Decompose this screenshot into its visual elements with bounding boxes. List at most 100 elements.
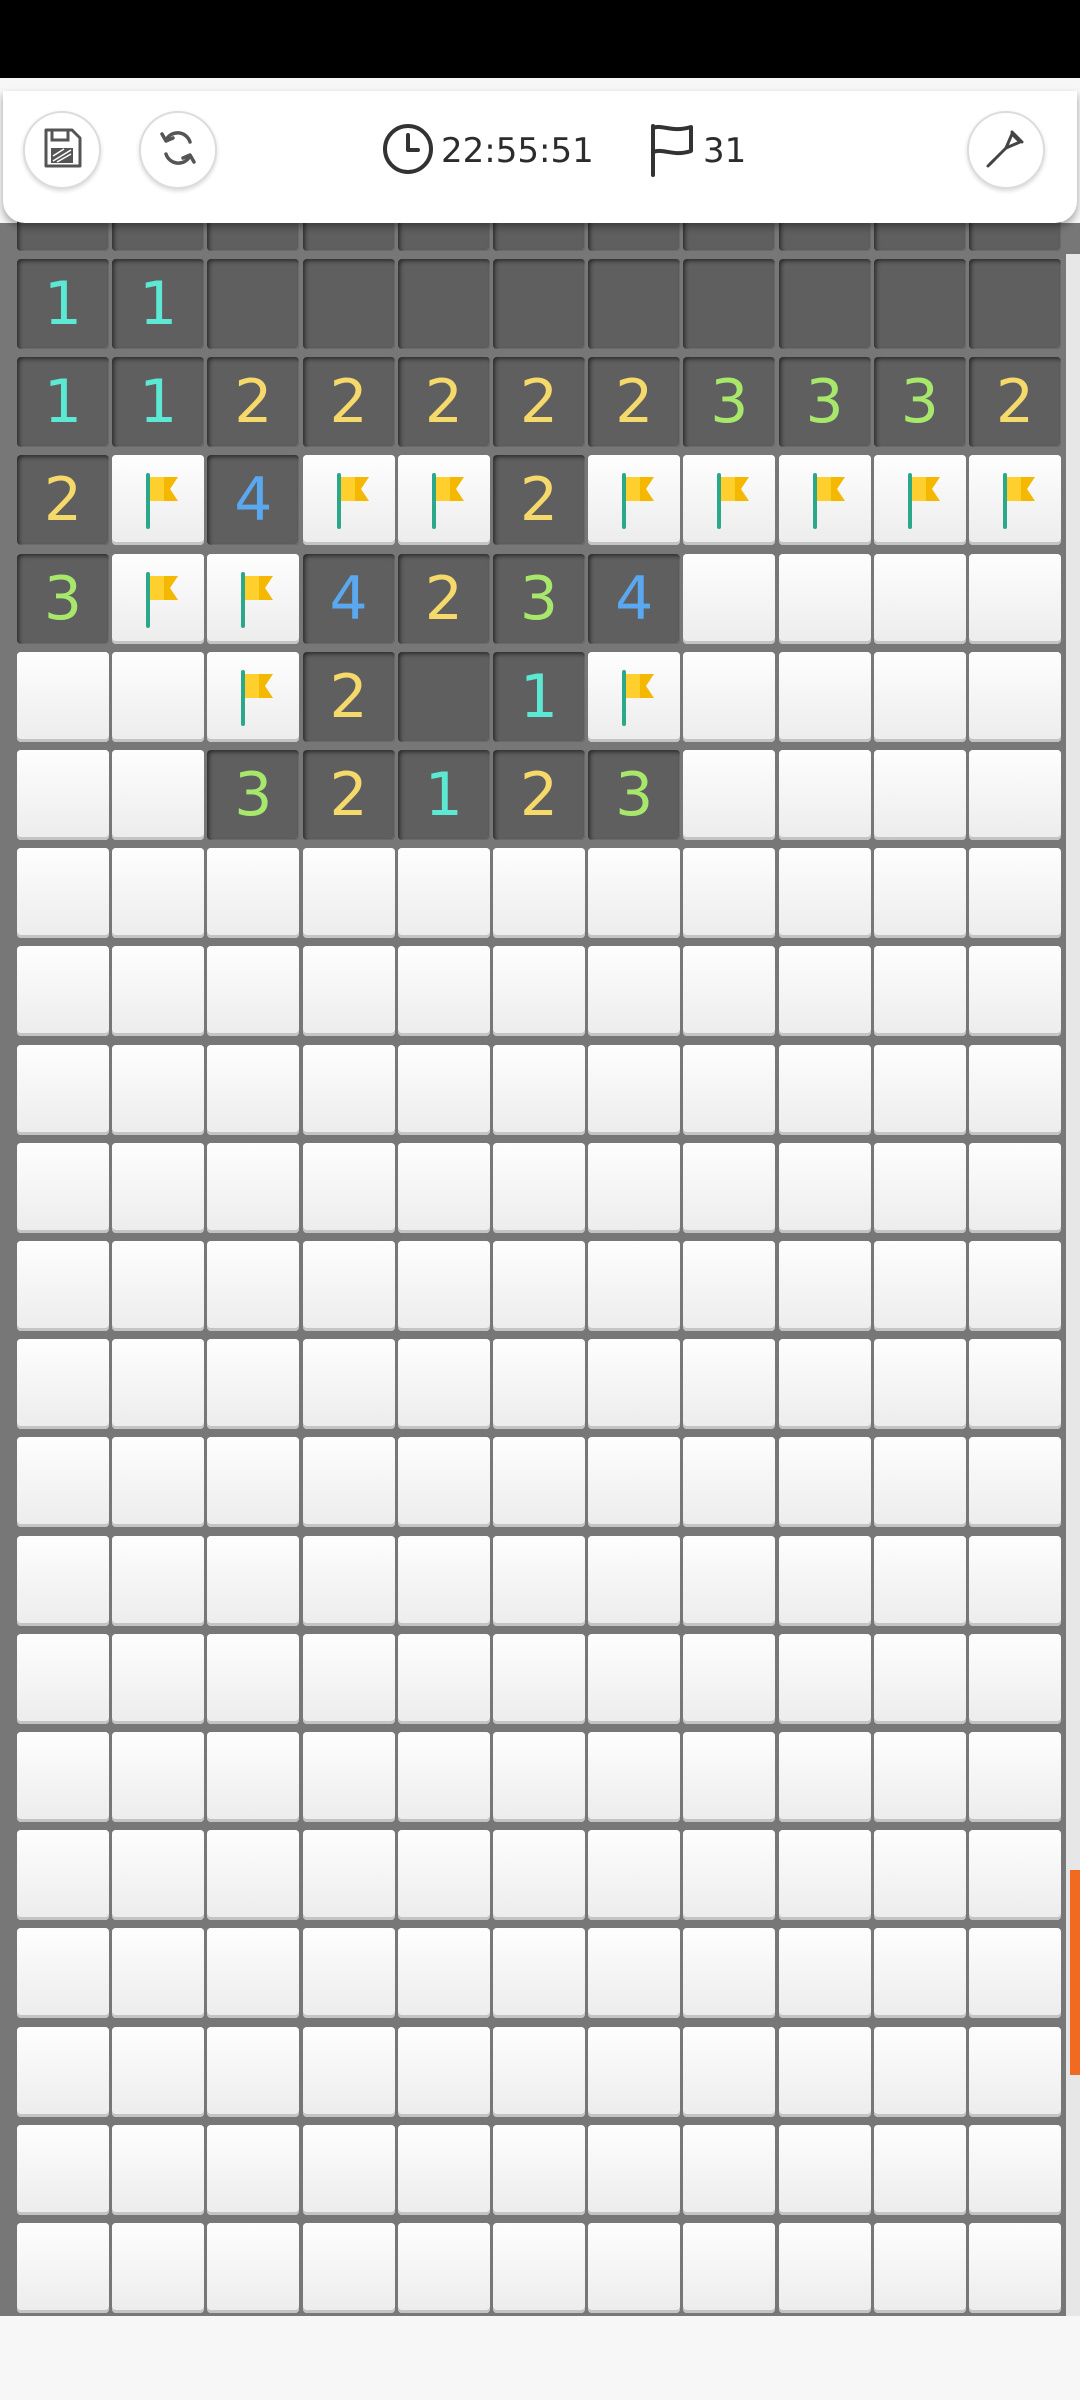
cell-covered[interactable]	[302, 2223, 395, 2313]
cell-covered[interactable]	[778, 2223, 871, 2313]
cell-covered[interactable]	[302, 1633, 395, 1724]
cell-flagged[interactable]	[207, 651, 300, 742]
cell-covered[interactable]	[302, 1928, 395, 2019]
minesweeper-board[interactable]: 1111222223332242342342132123	[0, 0, 1080, 2400]
cell-covered[interactable]	[493, 848, 585, 939]
cell-covered[interactable]	[873, 1830, 966, 1921]
restart-button[interactable]	[139, 111, 217, 189]
cell-covered[interactable]	[969, 1044, 1061, 1135]
cell-covered[interactable]	[683, 1339, 776, 1430]
cell-covered[interactable]	[493, 2223, 585, 2313]
cell-covered[interactable]	[112, 848, 205, 939]
cell-covered[interactable]	[207, 1044, 300, 1135]
cell-covered[interactable]	[969, 1142, 1061, 1233]
cell-covered[interactable]	[969, 946, 1061, 1037]
cell-covered[interactable]	[397, 1633, 490, 1724]
cell-covered[interactable]	[397, 848, 490, 939]
cell-covered[interactable]	[683, 1241, 776, 1331]
cell-covered[interactable]	[207, 1928, 300, 2019]
cell-covered[interactable]	[778, 1339, 871, 1430]
cell-covered[interactable]	[302, 1437, 395, 1528]
cell-covered[interactable]	[588, 1535, 681, 1626]
cell-covered[interactable]	[207, 1339, 300, 1430]
cell-covered[interactable]	[302, 1044, 395, 1135]
cell-covered[interactable]	[17, 1142, 109, 1233]
cell-covered[interactable]	[873, 750, 966, 840]
cell-covered[interactable]	[873, 651, 966, 742]
cell-covered[interactable]	[873, 946, 966, 1037]
cell-covered[interactable]	[397, 1437, 490, 1528]
cell-covered[interactable]	[969, 651, 1061, 742]
cell-covered[interactable]	[588, 1928, 681, 2019]
cell-covered[interactable]	[588, 1241, 681, 1331]
cell-covered[interactable]	[302, 1142, 395, 1233]
cell-covered[interactable]	[112, 946, 205, 1037]
cell-covered[interactable]	[302, 1241, 395, 1331]
cell-covered[interactable]	[112, 1339, 205, 1430]
cell-covered[interactable]	[683, 1535, 776, 1626]
cell-covered[interactable]	[588, 946, 681, 1037]
cell-covered[interactable]	[17, 750, 109, 840]
cell-covered[interactable]	[493, 1044, 585, 1135]
cell-covered[interactable]	[588, 2124, 681, 2215]
cell-covered[interactable]	[873, 1437, 966, 1528]
cell-covered[interactable]	[112, 1437, 205, 1528]
cell-covered[interactable]	[588, 1830, 681, 1921]
cell-covered[interactable]	[17, 1830, 109, 1921]
cell-covered[interactable]	[873, 2223, 966, 2313]
cell-covered[interactable]	[683, 1044, 776, 1135]
cell-covered[interactable]	[17, 651, 109, 742]
cell-covered[interactable]	[17, 1339, 109, 1430]
cell-covered[interactable]	[207, 848, 300, 939]
cell-covered[interactable]	[683, 1830, 776, 1921]
cell-covered[interactable]	[683, 848, 776, 939]
cell-covered[interactable]	[588, 1339, 681, 1430]
cell-covered[interactable]	[873, 1044, 966, 1135]
cell-covered[interactable]	[112, 2223, 205, 2313]
cell-covered[interactable]	[112, 1732, 205, 1822]
cell-covered[interactable]	[778, 946, 871, 1037]
cell-flagged[interactable]	[207, 553, 300, 644]
cell-covered[interactable]	[588, 1633, 681, 1724]
cell-covered[interactable]	[397, 1339, 490, 1430]
cell-covered[interactable]	[873, 2026, 966, 2117]
cell-covered[interactable]	[397, 1732, 490, 1822]
cell-covered[interactable]	[493, 2026, 585, 2117]
cell-covered[interactable]	[17, 1044, 109, 1135]
cell-covered[interactable]	[397, 946, 490, 1037]
cell-covered[interactable]	[778, 1437, 871, 1528]
cell-covered[interactable]	[397, 2124, 490, 2215]
cell-covered[interactable]	[778, 1044, 871, 1135]
cell-covered[interactable]	[17, 946, 109, 1037]
cell-covered[interactable]	[588, 1732, 681, 1822]
cell-covered[interactable]	[302, 1535, 395, 1626]
cell-covered[interactable]	[493, 1241, 585, 1331]
save-button[interactable]	[23, 111, 101, 189]
cell-covered[interactable]	[683, 1732, 776, 1822]
cell-covered[interactable]	[588, 1142, 681, 1233]
cell-covered[interactable]	[873, 2124, 966, 2215]
cell-covered[interactable]	[683, 946, 776, 1037]
cell-covered[interactable]	[207, 2223, 300, 2313]
cell-covered[interactable]	[207, 1535, 300, 1626]
cell-covered[interactable]	[969, 2026, 1061, 2117]
cell-covered[interactable]	[112, 2026, 205, 2117]
cell-covered[interactable]	[17, 1633, 109, 1724]
cell-covered[interactable]	[112, 1142, 205, 1233]
cell-flagged[interactable]	[588, 651, 681, 742]
scrollbar[interactable]	[1070, 1870, 1080, 2075]
cell-covered[interactable]	[588, 1437, 681, 1528]
cell-flagged[interactable]	[302, 455, 395, 546]
cell-covered[interactable]	[778, 1928, 871, 2019]
cell-covered[interactable]	[683, 1633, 776, 1724]
cell-covered[interactable]	[588, 848, 681, 939]
cell-flagged[interactable]	[112, 455, 205, 546]
cell-covered[interactable]	[397, 1535, 490, 1626]
cell-covered[interactable]	[873, 1928, 966, 2019]
cell-covered[interactable]	[778, 750, 871, 840]
cell-covered[interactable]	[778, 1241, 871, 1331]
cell-flagged[interactable]	[112, 553, 205, 644]
cell-covered[interactable]	[207, 1241, 300, 1331]
cell-covered[interactable]	[207, 1732, 300, 1822]
cell-covered[interactable]	[17, 1928, 109, 2019]
